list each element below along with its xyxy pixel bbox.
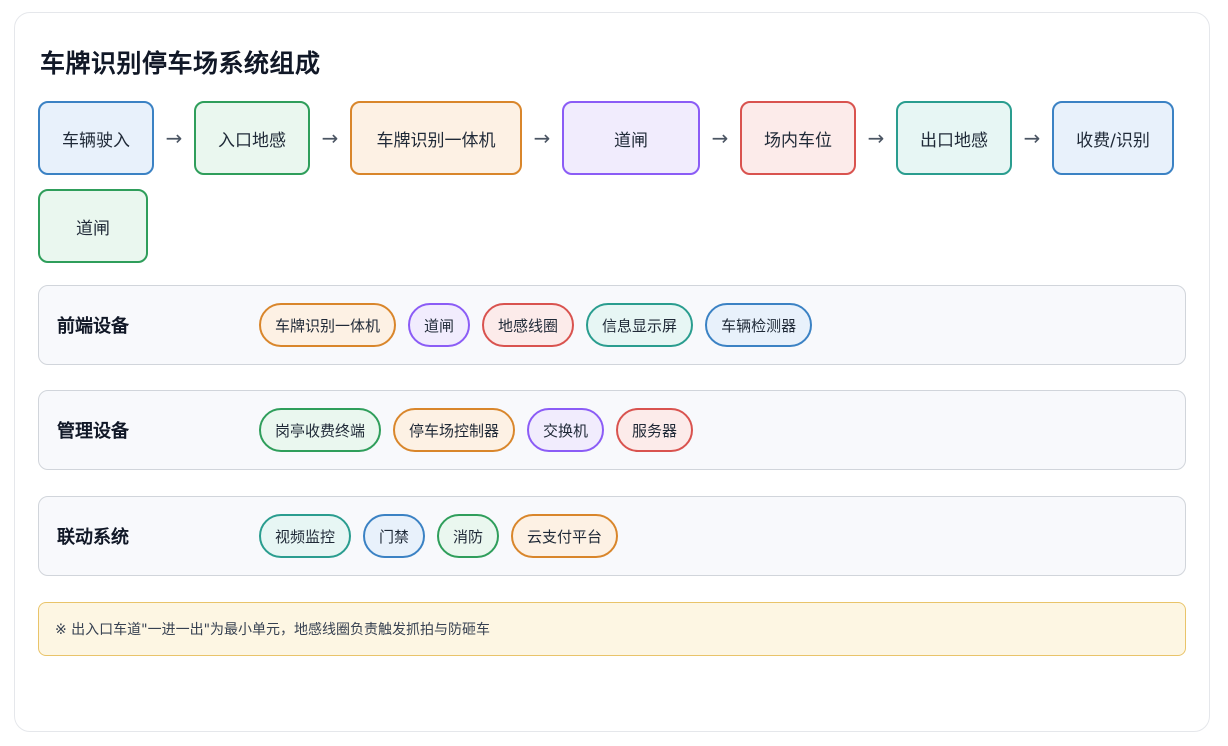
panel-label: 前端设备 [57,316,129,337]
panel-management-devices: 管理设备 岗亭收费终端 停车场控制器 交换机 服务器 [38,390,1186,470]
flow-arrow-icon: → [165,126,183,150]
diagram-title: 车牌识别停车场系统组成 [40,49,321,78]
component-pill: 车辆检测器 [705,303,813,347]
flow-node: 道闸 [562,101,700,175]
flow-node: 场内车位 [740,101,856,175]
panel-label: 联动系统 [57,527,129,548]
component-pill: 停车场控制器 [393,408,516,452]
flow-node: 出口地感 [896,101,1012,175]
component-pill: 门禁 [363,514,426,558]
flow-node: 道闸 [38,189,148,263]
pill-group: 车牌识别一体机 道闸 地感线圈 信息显示屏 车辆检测器 [259,286,813,364]
flow-node: 入口地感 [194,101,310,175]
panel-front-end-devices: 前端设备 车牌识别一体机 道闸 地感线圈 信息显示屏 车辆检测器 [38,285,1186,365]
component-pill: 服务器 [616,408,694,452]
component-pill: 交换机 [527,408,605,452]
component-pill: 信息显示屏 [586,303,694,347]
flow-arrow-icon: → [867,126,885,150]
component-pill: 道闸 [408,303,471,347]
component-pill: 消防 [437,514,500,558]
flow-chart: 车辆驶入 → 入口地感 → 车牌识别一体机 → 道闸 → 场内车位 → 出口地感… [38,101,1188,263]
pill-group: 视频监控 门禁 消防 云支付平台 [259,497,619,575]
component-pill: 云支付平台 [511,514,619,558]
flow-node: 收费/识别 [1052,101,1174,175]
component-pill: 视频监控 [259,514,352,558]
component-pill: 车牌识别一体机 [259,303,397,347]
component-pill: 地感线圈 [482,303,575,347]
panel-linked-systems: 联动系统 视频监控 门禁 消防 云支付平台 [38,496,1186,576]
flow-row-1: 车辆驶入 → 入口地感 → 车牌识别一体机 → 道闸 → 场内车位 → 出口地感… [38,101,1188,175]
panel-label: 管理设备 [57,421,129,442]
flow-node: 车牌识别一体机 [350,101,522,175]
flow-row-2: 道闸 [38,189,1188,263]
flow-arrow-icon: → [1023,126,1041,150]
flow-arrow-icon: → [711,126,729,150]
footnote: ※ 出入口车道"一进一出"为最小单元，地感线圈负责触发抓拍与防砸车 [38,602,1186,656]
component-pill: 岗亭收费终端 [259,408,382,452]
flow-arrow-icon: → [321,126,339,150]
flow-arrow-icon: → [533,126,551,150]
flow-node: 车辆驶入 [38,101,154,175]
pill-group: 岗亭收费终端 停车场控制器 交换机 服务器 [259,391,694,469]
